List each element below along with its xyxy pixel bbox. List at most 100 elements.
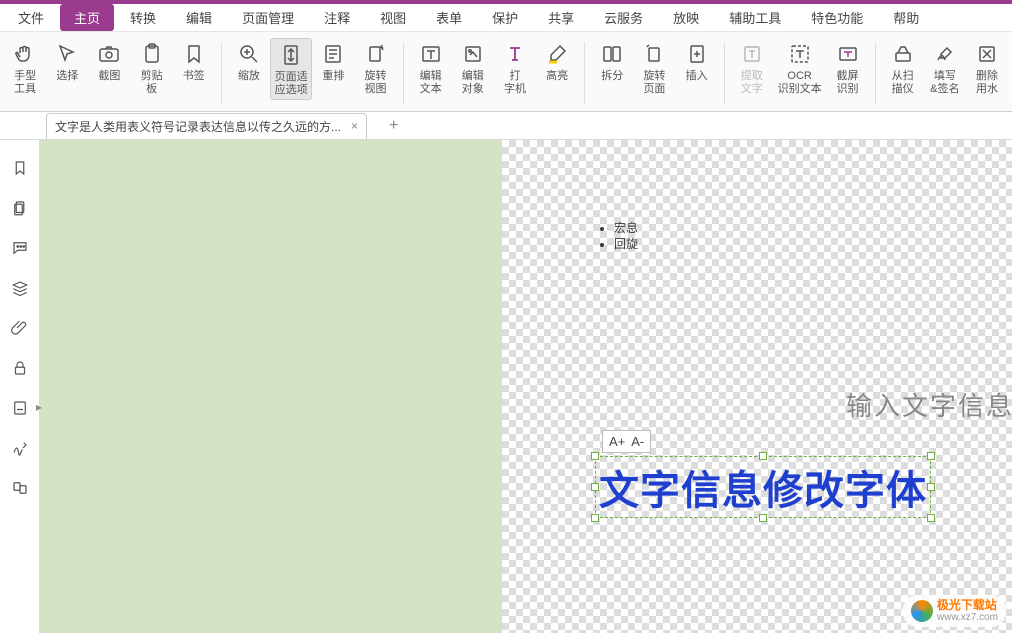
tool-reflow-label: 重排 [322,70,344,83]
document-page[interactable]: 宏息 回旋 输入文字信息 A+ A- 文字信息修改字体 [502,140,1012,633]
menu-home[interactable]: 主页 [60,4,114,31]
tool-clipboard[interactable]: 剪贴 板 [131,38,173,98]
resize-handle-bm[interactable] [759,514,767,522]
sidebar-signature-icon[interactable] [10,438,30,458]
menu-file[interactable]: 文件 [4,4,58,31]
tool-insert[interactable]: 插入 [676,38,718,85]
document-tab[interactable]: 文字是人类用表义符号记录表达信息以传之久远的方... × [46,113,367,139]
add-tab-button[interactable]: + [389,117,398,135]
navigation-panel[interactable] [40,140,502,633]
typewriter-icon [501,40,529,68]
tool-screenshot-ocr[interactable]: 截屏 识别 [826,38,868,98]
tool-scanner[interactable]: 从扫 描仪 [882,38,924,98]
sidebar-layers-icon[interactable] [10,278,30,298]
close-tab-button[interactable]: × [351,119,358,133]
tool-rotate-page-label: 旋转 页面 [643,70,665,96]
sidebar-compare-icon[interactable] [10,478,30,498]
menu-cloud[interactable]: 云服务 [590,4,657,31]
screenshot-ocr-icon [834,40,862,68]
tool-extract-text: 提取 文字 [731,38,773,98]
ribbon-separator [724,42,725,104]
tool-hand-label: 手型 工具 [14,70,36,96]
sidebar-fields-icon[interactable] [10,398,30,418]
camera-icon [95,40,123,68]
tool-insert-label: 插入 [686,70,708,83]
editable-text[interactable]: 文字信息修改字体 [599,469,927,513]
resize-handle-tl[interactable] [591,452,599,460]
ribbon-separator [221,42,222,104]
resize-handle-tm[interactable] [759,452,767,460]
tool-split-label: 拆分 [601,70,623,83]
tool-rotate-page[interactable]: 旋转 页面 [633,38,675,98]
tool-zoom[interactable]: 缩放 [228,38,270,85]
tool-select[interactable]: 选择 [46,38,88,85]
sidebar-bookmark-icon[interactable] [10,158,30,178]
resize-handle-br[interactable] [927,514,935,522]
menu-form[interactable]: 表单 [422,4,476,31]
extract-text-icon [738,40,766,68]
canvas-area: 宏息 回旋 输入文字信息 A+ A- 文字信息修改字体 [40,140,1012,633]
tool-hand[interactable]: 手型 工具 [4,38,46,98]
sidebar-security-icon[interactable] [10,358,30,378]
zoom-icon [235,40,263,68]
resize-handle-ml[interactable] [591,483,599,491]
reflow-icon [319,40,347,68]
menu-help[interactable]: 帮助 [879,4,933,31]
selected-text-box[interactable]: 文字信息修改字体 [595,456,931,518]
tool-split[interactable]: 拆分 [591,38,633,85]
ribbon-toolbar: 手型 工具 选择 截图 剪贴 板 书签 缩放 页面适 应选项 重排 旋转 视图 … [0,32,1012,112]
tool-snapshot[interactable]: 截图 [88,38,130,85]
highlight-icon [543,40,571,68]
menu-convert[interactable]: 转换 [116,4,170,31]
font-decrease-button[interactable]: A- [631,434,644,449]
document-tab-bar: 文字是人类用表义符号记录表达信息以传之久远的方... × + [0,112,1012,140]
menu-annotate[interactable]: 注释 [310,4,364,31]
insert-icon [683,40,711,68]
ribbon-separator [875,42,876,104]
remove-wm-icon [973,40,1001,68]
tool-clipboard-label: 剪贴 板 [141,70,163,96]
scanner-icon [889,40,917,68]
tool-rotate-view[interactable]: 旋转 视图 [354,38,396,98]
placeholder-text: 输入文字信息 [846,386,1012,423]
ocr-icon [786,40,814,68]
tool-fill-sign-label: 填写 &签名 [930,70,959,96]
font-increase-button[interactable]: A+ [609,434,625,449]
tool-snapshot-label: 截图 [98,70,120,83]
tool-edit-object[interactable]: 编辑 对象 [452,38,494,98]
tool-ocr[interactable]: OCR 识别文本 [773,38,827,98]
tool-zoom-label: 缩放 [238,70,260,83]
menu-edit[interactable]: 编辑 [172,4,226,31]
tool-edit-text[interactable]: 编辑 文本 [410,38,452,98]
hand-icon [11,40,39,68]
sidebar-comment-icon[interactable] [10,238,30,258]
split-icon [598,40,626,68]
sidebar-expand-handle[interactable]: ▸ [35,387,43,427]
tool-reflow[interactable]: 重排 [312,38,354,85]
tool-remove-watermark-label: 删除 用水 [976,70,998,96]
tool-typewriter[interactable]: 打 字机 [494,38,536,98]
resize-handle-bl[interactable] [591,514,599,522]
resize-handle-mr[interactable] [927,483,935,491]
tool-highlight[interactable]: 高亮 [536,38,578,85]
resize-handle-tr[interactable] [927,452,935,460]
tool-fit-page[interactable]: 页面适 应选项 [270,38,312,100]
tool-edit-object-label: 编辑 对象 [462,70,484,96]
menu-protect[interactable]: 保护 [478,4,532,31]
menu-share[interactable]: 共享 [534,4,588,31]
menu-accessibility[interactable]: 辅助工具 [715,4,795,31]
bullet-list: 宏息 回旋 [600,220,638,252]
menu-view[interactable]: 视图 [366,4,420,31]
tool-extract-text-label: 提取 文字 [741,70,763,96]
globe-icon [911,600,933,622]
menu-slideshow[interactable]: 放映 [659,4,713,31]
tool-fill-sign[interactable]: 填写 &签名 [924,38,966,98]
menu-page-manage[interactable]: 页面管理 [228,4,308,31]
sidebar-pages-icon[interactable] [10,198,30,218]
tool-bookmark[interactable]: 书签 [173,38,215,85]
sidebar-attachment-icon[interactable] [10,318,30,338]
menu-features[interactable]: 特色功能 [797,4,877,31]
tool-remove-watermark[interactable]: 删除 用水 [966,38,1008,98]
tool-edit-text-label: 编辑 文本 [420,70,442,96]
sidebar: ▸ [0,140,40,633]
